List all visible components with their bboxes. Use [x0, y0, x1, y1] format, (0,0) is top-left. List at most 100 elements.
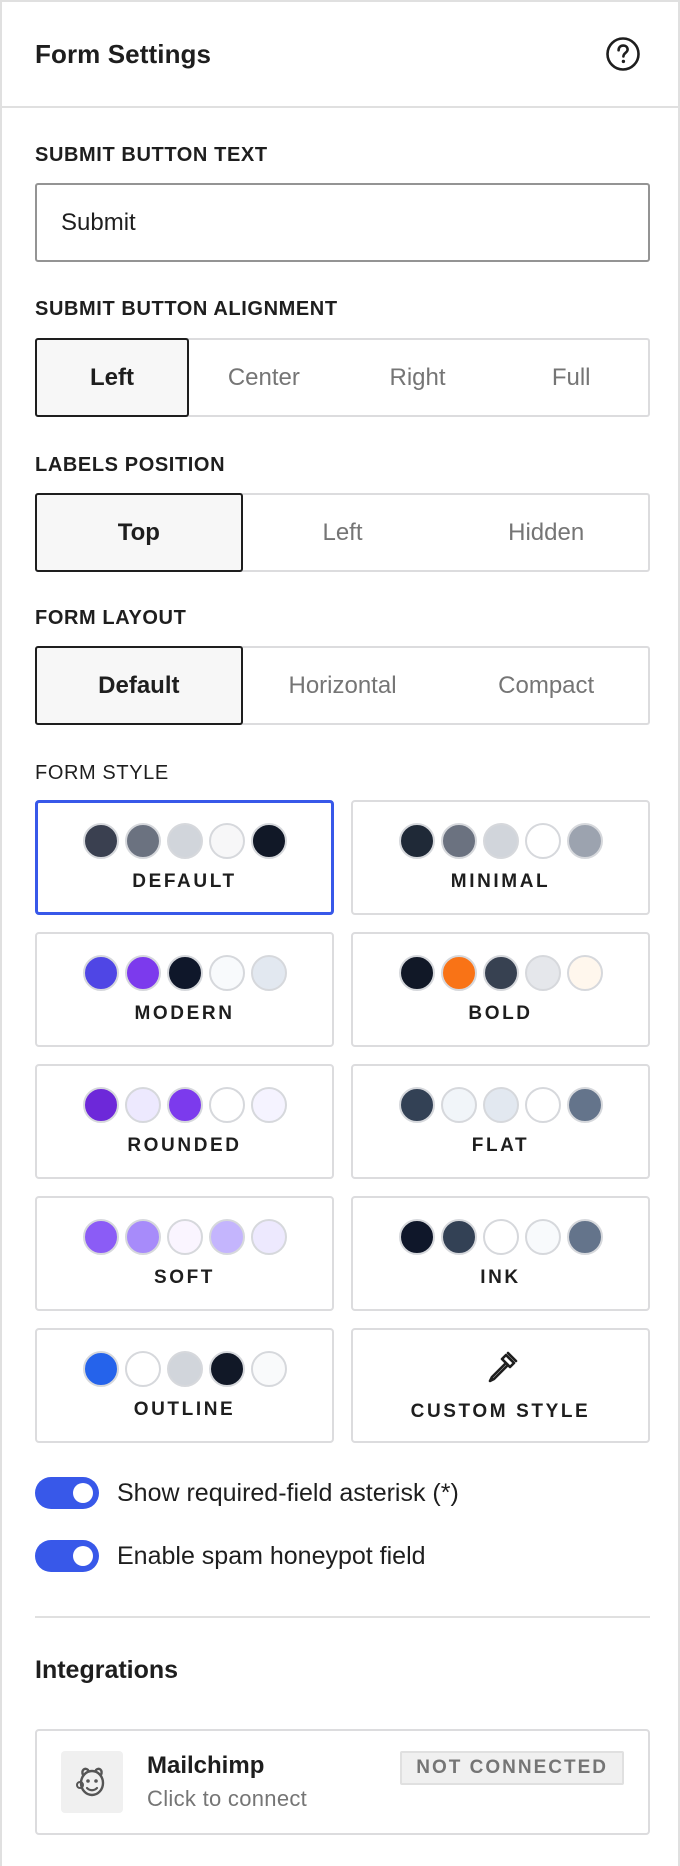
labels-position-option-left[interactable]: Left — [241, 495, 445, 570]
color-swatch — [82, 1218, 119, 1255]
form-layout-segmented-control: Default Horizontal Compact — [35, 646, 650, 725]
color-swatch — [124, 1350, 161, 1387]
style-name: OUTLINE — [133, 1398, 236, 1420]
color-swatch — [166, 1218, 203, 1255]
form-settings-panel: Form Settings SUBMIT BUTTON TEXT SUBMIT … — [0, 0, 680, 1866]
labels-position-label: LABELS POSITION — [35, 454, 226, 476]
color-swatch — [482, 822, 519, 859]
color-swatch — [482, 954, 519, 991]
color-swatches — [398, 1086, 603, 1123]
style-card-flat[interactable]: FLAT — [351, 1064, 650, 1179]
integration-logo — [61, 1751, 123, 1813]
color-swatch — [566, 822, 603, 859]
style-name: FLAT — [471, 1134, 530, 1156]
color-swatch — [440, 1218, 477, 1255]
color-swatch — [524, 1086, 561, 1123]
style-name: ROUNDED — [127, 1134, 242, 1156]
style-card-minimal[interactable]: MINIMAL — [351, 800, 650, 915]
form-style-grid: DEFAULT MINIMAL MODERN BOLD ROUNDED FLAT SOFT I… — [35, 800, 650, 1443]
color-swatch — [398, 822, 435, 859]
style-card-modern[interactable]: MODERN — [35, 932, 334, 1047]
honeypot-toggle-row: Enable spam honeypot field — [35, 1536, 646, 1576]
color-swatches — [398, 1218, 603, 1255]
color-swatch — [82, 1350, 119, 1387]
alignment-option-full[interactable]: Full — [494, 340, 648, 415]
color-swatch — [482, 1086, 519, 1123]
color-swatch — [250, 1086, 287, 1123]
panel-header: Form Settings — [2, 2, 678, 108]
form-layout-label: FORM LAYOUT — [35, 607, 187, 629]
color-swatch — [440, 1086, 477, 1123]
color-swatch — [82, 954, 119, 991]
color-swatch — [566, 1218, 603, 1255]
color-swatch — [566, 1086, 603, 1123]
help-circle-icon — [606, 37, 640, 71]
form-style-label: FORM STYLE — [35, 762, 169, 784]
panel-title: Form Settings — [35, 38, 212, 69]
style-name: BOLD — [468, 1002, 533, 1024]
style-name: MINIMAL — [450, 870, 551, 892]
color-swatches — [398, 822, 603, 859]
color-swatch — [208, 1350, 245, 1387]
submit-text-input[interactable] — [35, 183, 650, 262]
alignment-label: SUBMIT BUTTON ALIGNMENT — [35, 298, 338, 320]
toggle-knob — [73, 1546, 93, 1566]
color-swatch — [124, 1086, 161, 1123]
color-swatches — [82, 822, 287, 859]
eyedropper-icon — [488, 1351, 517, 1382]
style-card-bold[interactable]: BOLD — [351, 932, 650, 1047]
style-name: MODERN — [134, 1002, 235, 1024]
color-swatch — [166, 954, 203, 991]
required-asterisk-toggle[interactable] — [35, 1477, 99, 1509]
color-swatch — [208, 1218, 245, 1255]
integration-mailchimp[interactable]: Mailchimp Click to connect NOT CONNECTED — [35, 1729, 650, 1835]
color-swatches — [398, 954, 603, 991]
color-swatch — [124, 954, 161, 991]
color-swatch — [166, 1350, 203, 1387]
color-swatch — [82, 1086, 119, 1123]
style-card-soft[interactable]: SOFT — [35, 1196, 334, 1311]
color-swatch — [398, 1218, 435, 1255]
alignment-segmented-control: Left Center Right Full — [35, 338, 650, 417]
form-layout-option-compact[interactable]: Compact — [444, 648, 648, 723]
color-swatch — [440, 954, 477, 991]
style-name: SOFT — [153, 1266, 216, 1288]
alignment-option-left[interactable]: Left — [35, 338, 189, 417]
status-badge: NOT CONNECTED — [400, 1751, 624, 1785]
color-swatch — [398, 954, 435, 991]
section-divider — [35, 1616, 650, 1618]
color-swatch — [166, 1086, 203, 1123]
toggle-knob — [73, 1483, 93, 1503]
color-swatch — [482, 1218, 519, 1255]
color-swatch — [440, 822, 477, 859]
labels-position-option-top[interactable]: Top — [35, 493, 243, 572]
style-card-ink[interactable]: INK — [351, 1196, 650, 1311]
color-swatch — [524, 1218, 561, 1255]
help-button[interactable] — [604, 35, 642, 73]
style-card-default[interactable]: DEFAULT — [35, 800, 334, 915]
alignment-option-center[interactable]: Center — [187, 340, 341, 415]
style-card-outline[interactable]: OUTLINE — [35, 1328, 334, 1443]
color-swatches — [82, 1218, 287, 1255]
integration-subtitle: Click to connect — [147, 1786, 308, 1811]
integration-name: Mailchimp — [147, 1752, 265, 1779]
style-card-custom[interactable]: CUSTOM STYLE — [351, 1328, 650, 1443]
color-swatch — [524, 954, 561, 991]
color-swatch — [82, 822, 119, 859]
submit-text-label: SUBMIT BUTTON TEXT — [35, 144, 268, 166]
honeypot-toggle[interactable] — [35, 1540, 99, 1572]
labels-position-option-hidden[interactable]: Hidden — [444, 495, 648, 570]
form-layout-option-horizontal[interactable]: Horizontal — [241, 648, 445, 723]
style-name: CUSTOM STYLE — [410, 1400, 591, 1422]
color-swatch — [124, 822, 161, 859]
color-swatch — [208, 1086, 245, 1123]
labels-position-segmented-control: Top Left Hidden — [35, 493, 650, 572]
required-asterisk-label: Show required-field asterisk (*) — [117, 1478, 459, 1507]
alignment-option-right[interactable]: Right — [341, 340, 495, 415]
style-card-rounded[interactable]: ROUNDED — [35, 1064, 334, 1179]
style-name: DEFAULT — [132, 870, 237, 892]
color-swatch — [566, 954, 603, 991]
color-swatch — [250, 954, 287, 991]
honeypot-label: Enable spam honeypot field — [117, 1541, 426, 1570]
form-layout-option-default[interactable]: Default — [35, 646, 243, 725]
